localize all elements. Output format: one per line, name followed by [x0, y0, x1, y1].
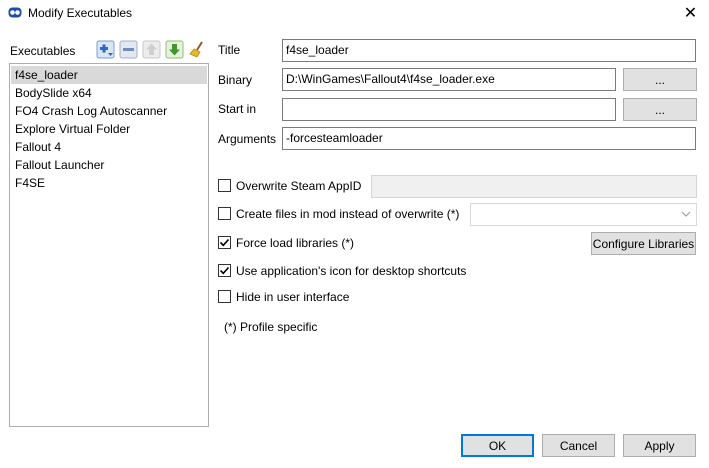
broom-icon [189, 41, 203, 58]
binary-field[interactable]: D:\WinGames\Fallout4\f4se_loader.exe [282, 68, 616, 91]
hide-in-ui-label: Hide in user interface [236, 290, 350, 304]
list-item[interactable]: F4SE [11, 174, 207, 192]
force-load-libraries-checkbox[interactable] [218, 236, 231, 249]
use-app-icon-label: Use application's icon for desktop short… [236, 264, 467, 278]
executables-list[interactable]: f4se_loader BodySlide x64 FO4 Crash Log … [9, 63, 209, 427]
close-icon: ✕ [683, 5, 698, 22]
browse-start-in-button[interactable]: ... [623, 98, 697, 121]
app-icon [8, 7, 22, 18]
create-files-in-mod-checkbox[interactable] [218, 207, 231, 220]
add-dropdown-icon [96, 40, 115, 59]
start-in-label: Start in [218, 102, 257, 116]
use-app-icon-checkbox[interactable] [218, 264, 231, 277]
list-item[interactable]: FO4 Crash Log Autoscanner [11, 102, 207, 120]
apply-button[interactable]: Apply [623, 434, 696, 457]
arguments-field[interactable]: -forcesteamloader [282, 127, 696, 150]
close-button[interactable]: ✕ [672, 0, 709, 26]
hide-in-ui-checkbox[interactable] [218, 290, 231, 303]
title-bar: Modify Executables ✕ [0, 0, 709, 26]
chevron-down-icon [681, 211, 691, 217]
list-item[interactable]: BodySlide x64 [11, 84, 207, 102]
checkmark-icon [219, 238, 230, 247]
title-label: Title [218, 43, 241, 57]
steam-appid-field[interactable] [371, 175, 697, 198]
overwrite-steam-appid-label: Overwrite Steam AppID [236, 179, 362, 193]
clean-list-button[interactable] [188, 40, 207, 59]
title-field[interactable]: f4se_loader [282, 39, 696, 62]
move-up-icon [142, 40, 161, 59]
list-item[interactable]: Explore Virtual Folder [11, 120, 207, 138]
move-down-button[interactable] [165, 40, 184, 59]
browse-binary-button[interactable]: ... [623, 68, 697, 91]
mod-select-dropdown[interactable] [470, 203, 697, 226]
cancel-button[interactable]: Cancel [542, 434, 615, 457]
start-in-field[interactable] [282, 98, 616, 121]
binary-label: Binary [218, 73, 253, 87]
remove-executable-button[interactable] [119, 40, 138, 59]
window-title: Modify Executables [28, 6, 133, 20]
arguments-label: Arguments [218, 132, 277, 146]
force-load-libraries-label: Force load libraries (*) [236, 236, 355, 250]
checkmark-icon [219, 266, 230, 275]
list-item[interactable]: f4se_loader [11, 66, 207, 84]
move-down-icon [165, 40, 184, 59]
create-files-in-mod-label: Create files in mod instead of overwrite… [236, 207, 460, 221]
move-up-button[interactable] [142, 40, 161, 59]
remove-icon [119, 40, 138, 59]
profile-specific-note: (*) Profile specific [224, 320, 318, 334]
list-item[interactable]: Fallout 4 [11, 138, 207, 156]
executables-label: Executables [10, 44, 76, 58]
configure-libraries-button[interactable]: Configure Libraries [591, 232, 696, 255]
overwrite-steam-appid-checkbox[interactable] [218, 179, 231, 192]
ok-button[interactable]: OK [461, 434, 534, 457]
list-item[interactable]: Fallout Launcher [11, 156, 207, 174]
add-executable-button[interactable] [96, 40, 115, 59]
